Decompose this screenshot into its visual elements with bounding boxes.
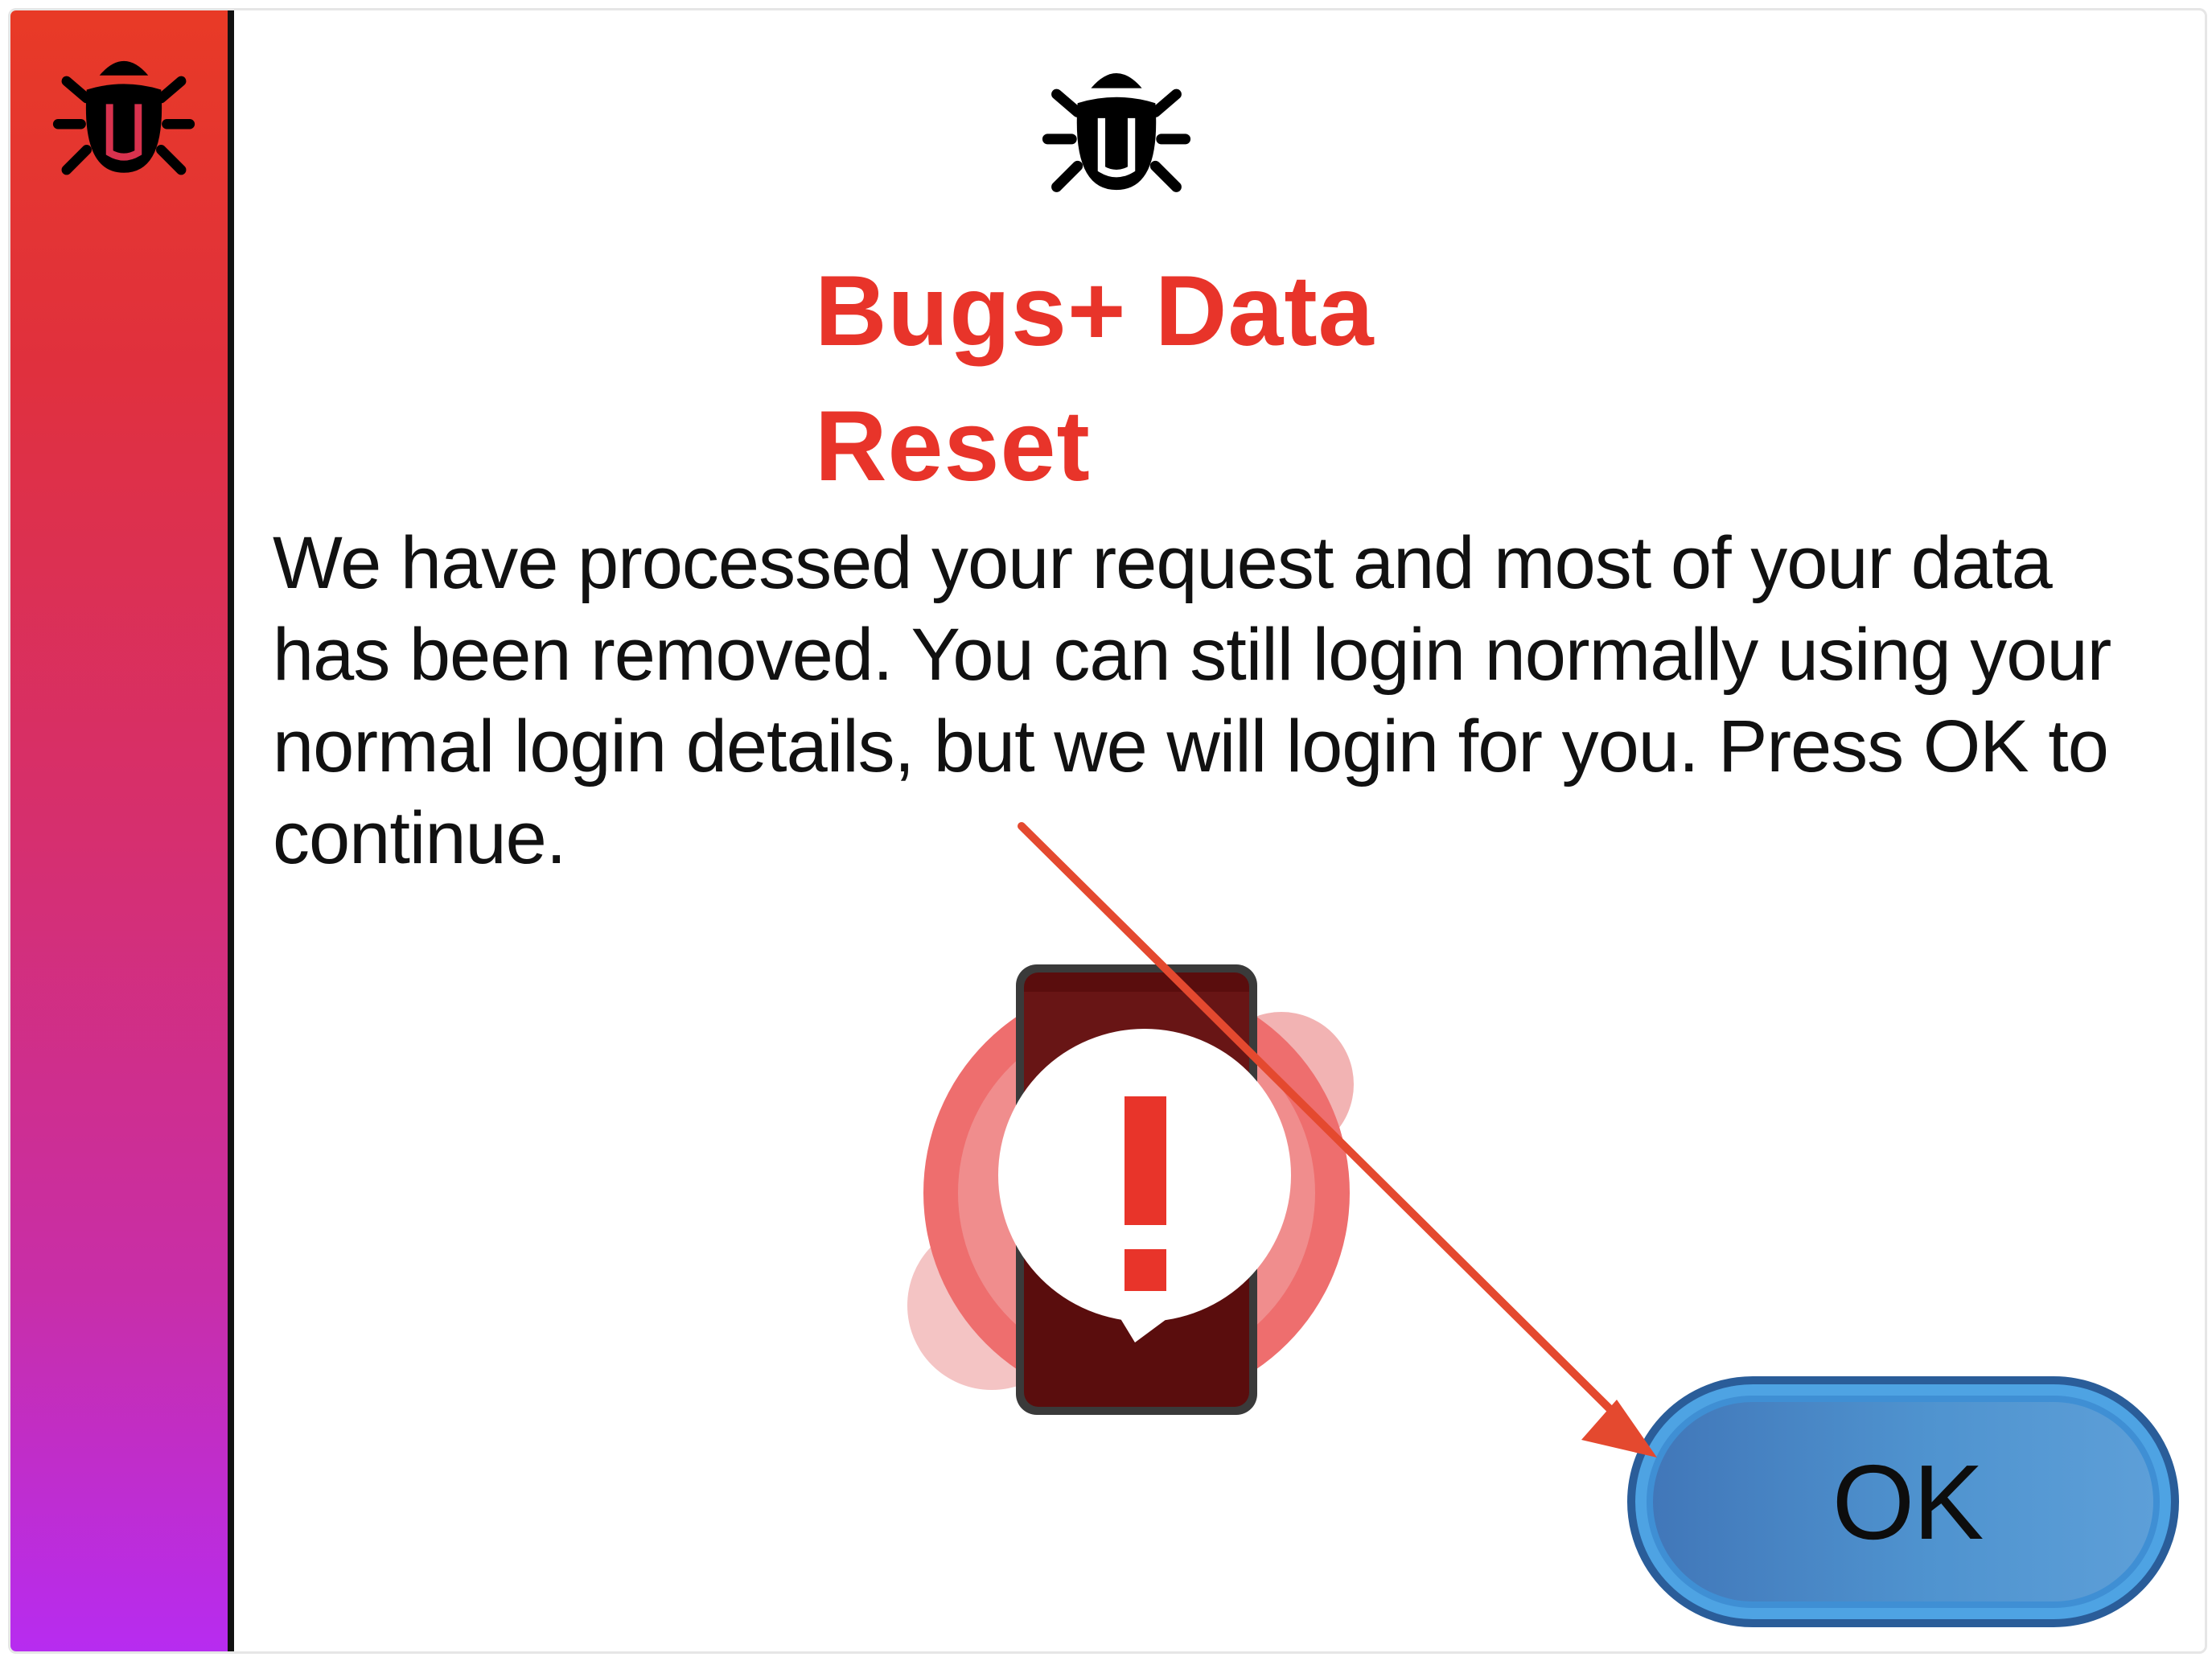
sidebar-divider	[228, 10, 234, 1651]
bug-icon	[52, 60, 195, 175]
bug-icon	[1042, 73, 1191, 192]
dialog-title-line-2: Reset	[815, 391, 1091, 502]
phone-alert-icon	[907, 964, 1354, 1415]
sidebar	[10, 10, 228, 1651]
dialog-message: We have processed your request and most …	[273, 522, 2111, 879]
ok-button-label: OK	[1832, 1442, 1984, 1561]
dialog-title-line-1: Bugs+ Data	[815, 256, 1375, 367]
ok-button-face[interactable]: OK	[1653, 1402, 2153, 1601]
ok-button[interactable]: OK	[1627, 1376, 2179, 1627]
dialog-window: Bugs+ Data Reset We have processed your …	[8, 8, 2207, 1654]
dialog-title: Bugs+ Data Reset	[815, 244, 1539, 514]
